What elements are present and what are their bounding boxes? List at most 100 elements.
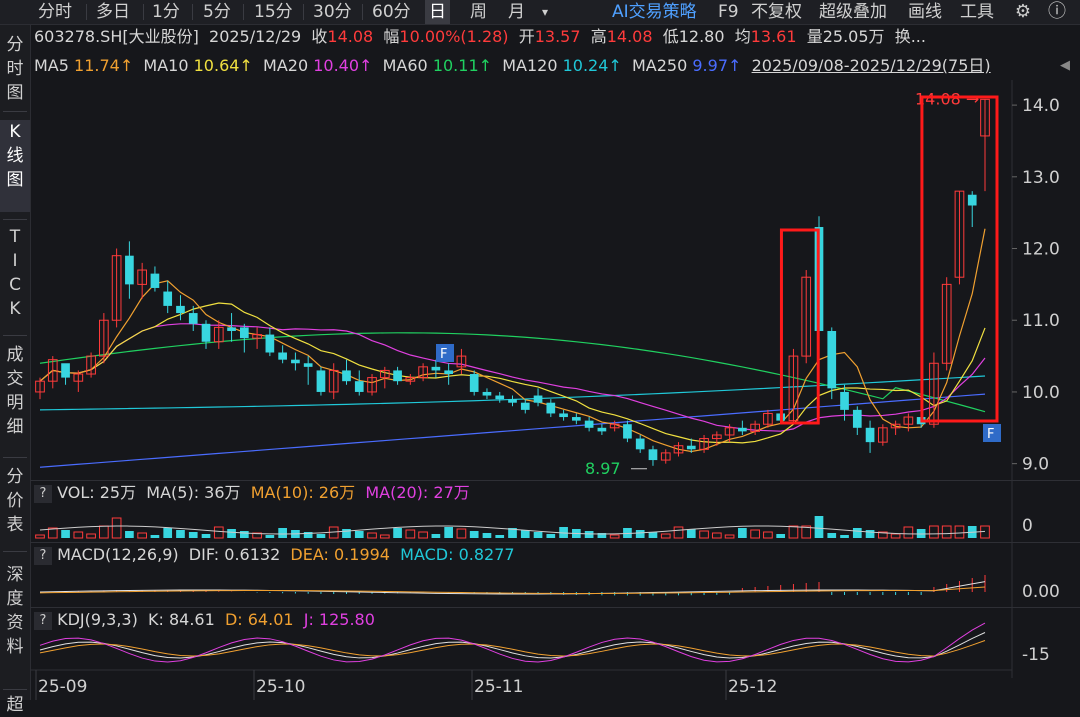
price-tick-label: 12.0 (1022, 240, 1060, 260)
f-marker-label: F (440, 347, 447, 362)
volume-bar (776, 534, 786, 538)
volume-bar (903, 526, 914, 539)
kdj-d-line (39, 639, 986, 657)
kline-chart[interactable]: 14.0 13.0 12.0 11.0 10.0 9.0 14.08 → 8.97 F F 0 0.0… (0, 0, 1080, 700)
volume-bar (125, 531, 134, 538)
volume-bar (648, 532, 658, 538)
volume-bar (609, 534, 620, 539)
volume-bar (393, 528, 402, 538)
volume-bar (99, 525, 109, 539)
x-tick-label: 25-09 (38, 677, 87, 697)
candle-body-down (967, 194, 977, 206)
volume-bar (431, 534, 441, 538)
volume-bar (201, 534, 211, 538)
candle-body-down (61, 363, 70, 378)
volume-bar (724, 534, 735, 539)
volume-bar (814, 516, 824, 538)
volume-bar (941, 525, 952, 539)
x-tick-label: 25-12 (728, 677, 777, 697)
price-tick-label: 13.0 (1022, 168, 1060, 188)
candle-body-down (738, 427, 747, 432)
volume-bar (699, 530, 709, 539)
volume-bar (469, 531, 479, 538)
candle-body-down (393, 370, 402, 382)
candle-body-down (342, 370, 351, 382)
volume-bar (520, 530, 530, 538)
volume-bar (163, 528, 173, 538)
volume-bar (660, 533, 671, 539)
volume-bar (750, 529, 760, 539)
candle-body-down (508, 399, 517, 403)
volume-bar (367, 532, 377, 539)
volume-bar (227, 529, 236, 538)
candle-body-down (584, 420, 594, 428)
volume-bar (239, 531, 249, 538)
volume-bar (265, 535, 275, 538)
volume-bar (456, 528, 467, 539)
x-tick-label: 25-11 (474, 677, 523, 697)
price-tick-label: 10.0 (1022, 383, 1060, 403)
volume-bar (763, 531, 773, 539)
volume-bar (673, 526, 684, 539)
volume-bar (738, 528, 747, 538)
volume-bar (213, 526, 224, 539)
candle-body-down (533, 395, 543, 403)
x-tick-label: 25-10 (256, 677, 305, 697)
candle-body-down (163, 291, 173, 306)
candle-body-down (572, 417, 581, 421)
volume-bar (954, 525, 965, 539)
candle-body-down (482, 391, 492, 396)
volume-bar (827, 533, 837, 538)
volume-bar (890, 533, 901, 539)
volume-bar (635, 530, 645, 538)
candle-body-down (188, 313, 198, 324)
volume-bar (86, 533, 96, 539)
price-tick-label: 9.0 (1022, 455, 1049, 475)
candle-body-down (316, 370, 326, 392)
candle-body-down (354, 381, 364, 392)
macd-axis-label: 0.00 (1022, 582, 1060, 602)
volume-bar (788, 525, 799, 539)
volume-bar (137, 532, 148, 539)
volume-bar (840, 535, 849, 538)
candle-body-down (865, 427, 875, 443)
volume-bar (852, 528, 862, 538)
candle-body-down (546, 402, 556, 414)
candle-body-down (840, 391, 849, 410)
min-price-label: 8.97 (585, 459, 621, 478)
volume-bar (686, 529, 696, 538)
ma5-line (39, 228, 986, 453)
max-price-label: 14.08 → (915, 89, 979, 108)
volume-bar (354, 531, 364, 538)
candle-body-down (265, 334, 275, 353)
price-tick-label: 11.0 (1022, 311, 1060, 331)
kdj-j-line (39, 622, 986, 663)
ma20-line (39, 323, 986, 432)
volume-bar (929, 525, 939, 539)
volume-bar (35, 534, 45, 539)
candle-body-down (227, 327, 236, 331)
volume-bar (418, 531, 428, 539)
vol-axis-label: 0 (1022, 516, 1033, 536)
candle-body-down (176, 305, 185, 314)
kdj-axis-label: -15 (1022, 645, 1050, 665)
candle-body-down (201, 323, 211, 342)
candle-body-down (150, 273, 160, 288)
kdj-k-line (39, 632, 986, 659)
volume-bar (533, 532, 543, 538)
candle-body-down (431, 366, 441, 371)
candle-body-down (852, 409, 862, 428)
price-tick-label: 14.0 (1022, 96, 1060, 116)
volume-bar (61, 530, 70, 538)
candle-body-down (597, 427, 607, 432)
volume-bar (342, 529, 351, 538)
volume-bar (584, 531, 594, 538)
candle-body-down (239, 327, 249, 339)
candle-body-down (686, 445, 696, 450)
candle-body-down (444, 370, 453, 375)
volume-bar (711, 532, 722, 539)
volume-bar (150, 535, 160, 538)
volume-bar (176, 530, 185, 538)
volume-bar (405, 529, 416, 539)
candle-body-down (278, 352, 287, 360)
